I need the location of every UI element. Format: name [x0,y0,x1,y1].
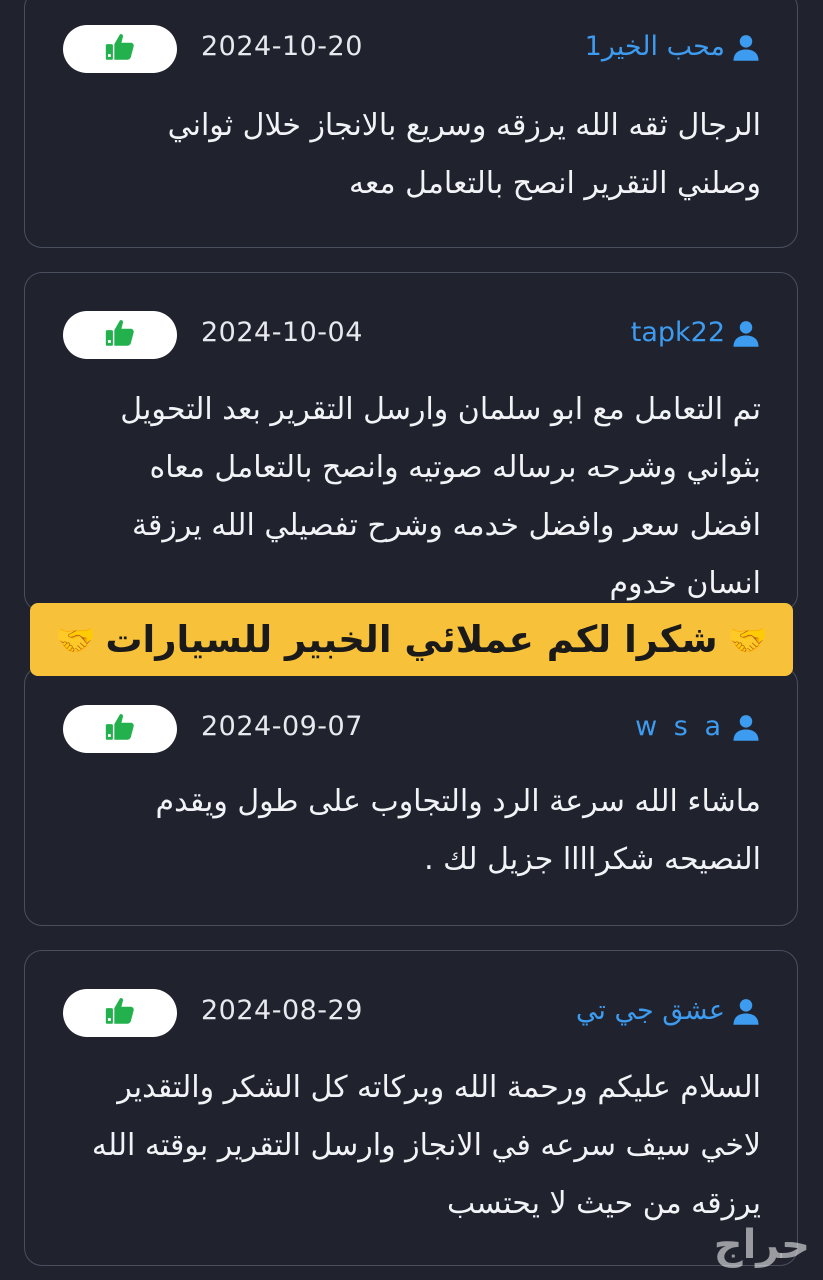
reviewer-link[interactable]: عشق جي تي [576,995,761,1026]
review-header: 2024-10-20 محب الخير1 [25,25,797,75]
thumbs-up-icon [103,994,137,1032]
review-header: 2024-10-04 tapk22 [25,311,797,361]
thumbs-up-icon [103,316,137,354]
review-text: تم التعامل مع ابو سلمان وارسل التقرير بع… [120,392,761,601]
user-icon [731,32,761,62]
review-header: 2024-09-07 w s a [25,705,797,755]
reviewer-name: عشق جي تي [575,995,725,1026]
review-card: 2024-10-20 محب الخير1 الرجال ثقه الله ير… [24,0,798,248]
review-date: 2024-08-29 [201,995,363,1026]
review-card: 2024-10-04 tapk22 تم التعامل مع ابو سلما… [24,272,798,612]
review-date: 2024-09-07 [201,711,363,742]
review-card: 2024-08-29 عشق جي تي السلام عليكم ورحمة … [24,950,798,1266]
like-button[interactable] [63,311,177,359]
reviewer-name: w s a [635,711,725,742]
review-text: الرجال ثقه الله يرزقه وسريع بالانجاز خلا… [167,108,761,201]
review-date: 2024-10-20 [201,31,363,62]
handshake-icon: 🤝 [55,620,96,659]
reviewer-link[interactable]: w s a [635,711,761,742]
review-text: ماشاء الله سرعة الرد والتجاوب على طول وي… [155,784,762,877]
watermark-text: حراج [713,1222,810,1268]
review-text: السلام عليكم ورحمة الله وبركاته كل الشكر… [91,1070,761,1221]
thumbs-up-icon [103,30,137,68]
reviewer-link[interactable]: tapk22 [631,317,761,348]
review-date: 2024-10-04 [201,317,363,348]
like-button[interactable] [63,705,177,753]
promo-banner: 🤝 شكرا لكم عملائي الخبير للسيارات 🤝 [30,603,793,676]
reviewer-name: محب الخير1 [584,31,725,62]
like-button[interactable] [63,989,177,1037]
haraj-watermark: حراج [590,1222,810,1272]
reviewer-link[interactable]: محب الخير1 [585,31,761,62]
user-icon [731,712,761,742]
thumbs-up-icon [103,710,137,748]
reviewer-name: tapk22 [630,317,725,348]
handshake-icon: 🤝 [727,620,768,659]
user-icon [731,318,761,348]
banner-text: شكرا لكم عملائي الخبير للسيارات [105,618,718,661]
like-button[interactable] [63,25,177,73]
user-icon [731,996,761,1026]
review-card: 2024-09-07 w s a ماشاء الله سرعة الرد وا… [24,666,798,926]
review-header: 2024-08-29 عشق جي تي [25,989,797,1039]
